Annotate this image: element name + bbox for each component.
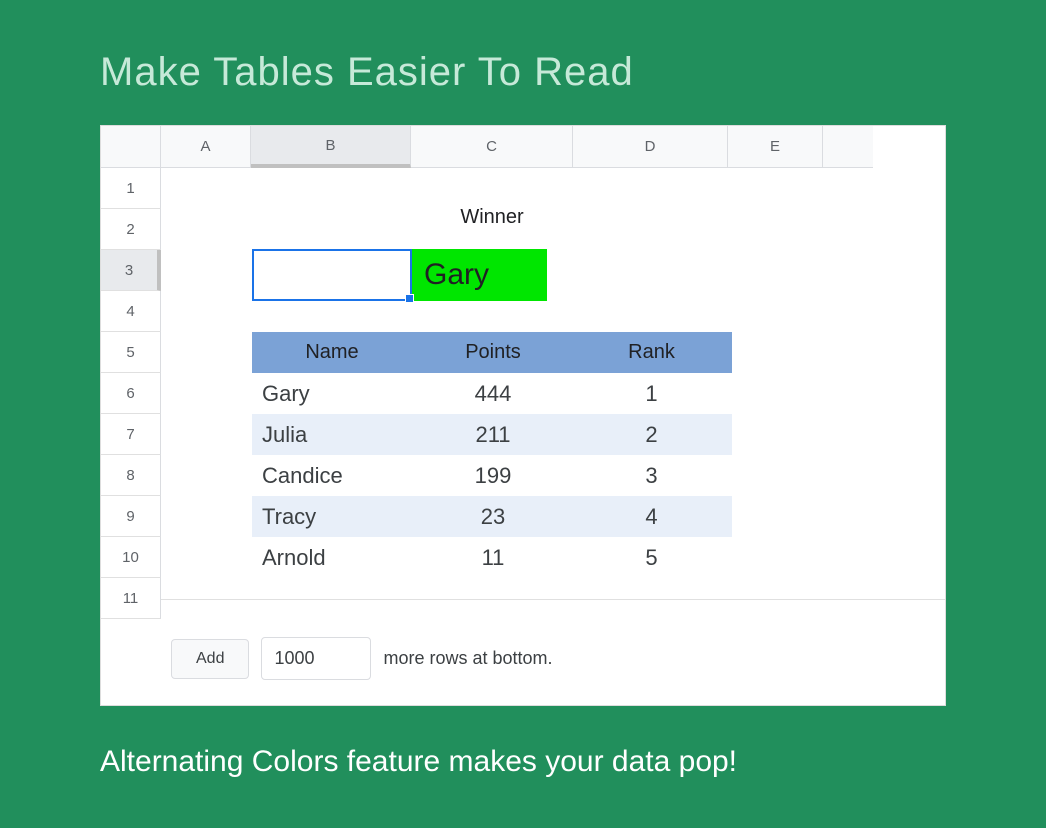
header-points[interactable]: Points (412, 341, 574, 364)
page-title: Make Tables Easier To Read (100, 50, 946, 95)
col-header-C[interactable]: C (411, 126, 573, 168)
row-header-11[interactable]: 11 (101, 578, 161, 619)
winner-label-cell[interactable]: Winner (412, 206, 572, 229)
table-header-row[interactable]: Name Points Rank (252, 332, 732, 373)
row-header-9[interactable]: 9 (101, 496, 161, 537)
header-rank[interactable]: Rank (574, 341, 729, 364)
grid-body[interactable]: Winner Gary Name Points Rank Gary (161, 168, 945, 619)
col-header-B[interactable]: B (251, 126, 411, 168)
row-header-2[interactable]: 2 (101, 209, 161, 250)
page-subtitle: Alternating Colors feature makes your da… (100, 736, 946, 787)
row-header-3[interactable]: 3 (101, 250, 161, 291)
col-header-A[interactable]: A (161, 126, 251, 168)
grid-area: A B C D E Winner Gary (161, 126, 945, 619)
winner-value-cell[interactable]: Gary (412, 249, 547, 301)
col-header-D[interactable]: D (573, 126, 728, 168)
column-headers: A B C D E (161, 126, 945, 168)
col-header-E[interactable]: E (728, 126, 823, 168)
add-rows-count-input[interactable] (261, 637, 371, 680)
row-header-4[interactable]: 4 (101, 291, 161, 332)
row-header-5[interactable]: 5 (101, 332, 161, 373)
row-header-gutter: 1 2 3 4 5 6 7 8 9 10 11 (101, 126, 161, 619)
row-header-6[interactable]: 6 (101, 373, 161, 414)
active-cell[interactable] (252, 249, 412, 301)
col-header-blank (823, 126, 873, 168)
add-rows-button[interactable]: Add (171, 639, 249, 679)
header-name[interactable]: Name (252, 341, 412, 364)
add-rows-bar: Add more rows at bottom. (101, 619, 945, 680)
select-all-corner[interactable] (101, 126, 161, 168)
add-rows-suffix: more rows at bottom. (383, 648, 552, 669)
row-header-8[interactable]: 8 (101, 455, 161, 496)
row-header-10[interactable]: 10 (101, 537, 161, 578)
spreadsheet-container: 1 2 3 4 5 6 7 8 9 10 11 A B C D E (100, 125, 946, 706)
row-header-1[interactable]: 1 (101, 168, 161, 209)
row-header-7[interactable]: 7 (101, 414, 161, 455)
